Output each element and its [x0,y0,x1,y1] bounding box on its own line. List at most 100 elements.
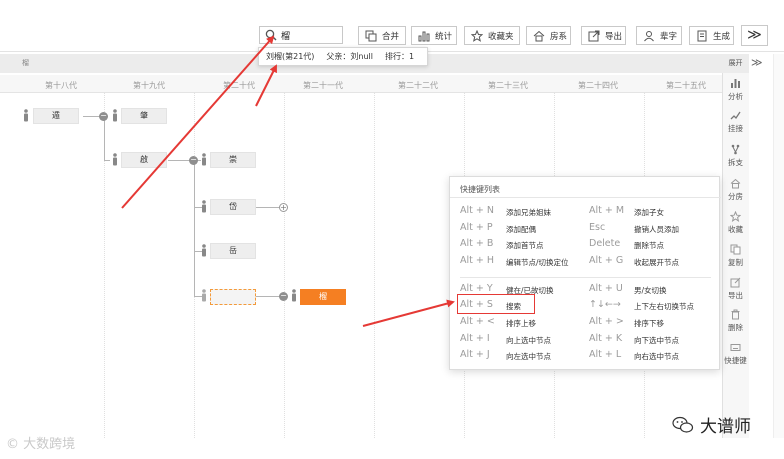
side-item-label: 分房 [728,192,743,201]
shortcut-desc: 排序下移 [634,319,664,328]
side-item-label: 快捷键 [724,356,747,365]
connector [104,160,110,161]
search-result-name: 刘榴(第21代) [266,52,315,61]
generation-label: 第十九代 [133,81,165,90]
tree-node[interactable]: 岳 [210,243,256,259]
person-icon [113,153,117,166]
collapse-toggle[interactable]: − [189,156,198,165]
tree-node[interactable]: 遁 [33,108,79,124]
shortcut-key: Alt + P [460,222,493,233]
tree-node[interactable]: 肇 [121,108,167,124]
shortcut-key: Delete [589,238,621,249]
side-item-label: 删除 [728,323,743,332]
more-button[interactable]: ≫ [741,25,768,46]
favorites-label: 收藏夹 [488,31,514,42]
shortcut-desc: 编辑节点/切换定位 [506,258,569,267]
side-export-button[interactable]: 导出 [722,277,749,301]
favorites-button[interactable]: 收藏夹 [464,26,520,45]
search-result-father: 父亲：刘null [326,52,374,61]
generation-char-button[interactable]: 辈字 [636,26,682,45]
user-icon [644,30,654,41]
merge-button[interactable]: 合并 [358,26,406,45]
export-button[interactable]: 导出 [581,26,626,45]
search-target-node[interactable]: 榴 [300,289,346,305]
arrow-to-shortcut [362,299,455,327]
selected-empty-node[interactable] [210,289,256,305]
stats-label: 统计 [435,31,453,42]
shortcut-desc: 添加配偶 [506,225,536,234]
side-favorite-button[interactable]: 收藏 [722,211,749,235]
shortcut-key: Alt + I [460,333,490,344]
shortcut-desc: 向右选中节点 [634,352,679,361]
connector [256,296,280,297]
person-icon [202,244,206,257]
generation-label: 第十八代 [45,81,77,90]
trend-icon [730,111,741,120]
collapse-toggle[interactable]: − [99,112,108,121]
side-house-button[interactable]: 分房 [722,178,749,202]
house-icon [730,178,741,189]
shortcut-desc: 上下左右切换节点 [634,302,694,311]
merge-icon [365,30,377,41]
connector [194,160,195,296]
expand-toggle[interactable]: + [279,203,288,212]
person-icon [202,289,206,302]
shortcut-key: Esc [589,222,606,233]
keyboard-icon [730,344,741,351]
side-attach-button[interactable]: 挂接 [722,110,749,134]
connector [256,207,280,208]
shortcut-desc: 添加兄弟姐妹 [506,208,551,217]
person-icon [202,200,206,213]
house-button[interactable]: 房系 [526,26,571,45]
side-analysis-button[interactable]: 分析 [722,78,749,102]
shortcut-desc: 搜索 [506,302,521,311]
search-result-item[interactable]: 刘榴(第21代) 父亲：刘null 排行：1 [258,47,428,66]
copy-icon [730,244,741,255]
side-copy-button[interactable]: 复制 [722,244,749,268]
branch-icon [731,144,740,155]
search-input[interactable]: 榴 [259,26,343,44]
generation-label: 第二十一代 [303,81,343,90]
side-item-label: 拆支 [728,158,743,167]
person-icon [113,109,117,122]
shortcut-key: Alt + H [460,255,495,266]
scroll-area [773,54,784,438]
side-delete-button[interactable]: 删除 [722,309,749,333]
generation-label: 第二十三代 [488,81,528,90]
grid-line [284,93,285,438]
bar-chart-icon [418,31,430,41]
person-icon [24,109,28,122]
grid-line [374,93,375,438]
shortcut-key: Alt + U [589,283,623,294]
connector [104,116,105,160]
side-split-button[interactable]: 拆支 [722,144,749,168]
tree-node[interactable]: 啟 [121,152,167,168]
shortcut-key: ↑↓←→ [589,299,621,310]
generation-label: 第二十二代 [398,81,438,90]
person-icon [292,289,296,302]
shortcut-desc: 添加子女 [634,208,664,217]
collapse-toggle[interactable]: − [279,292,288,301]
side-shortcuts-button[interactable]: 快捷键 [722,342,749,366]
shortcut-desc: 添加首节点 [506,241,544,250]
side-collapse-chevron[interactable]: ≫ [751,56,763,69]
star-icon [730,211,741,222]
shortcut-panel-title: 快捷键列表 [460,185,500,194]
side-expand-button[interactable]: 展开 [722,54,749,73]
generation-label: 第二十代 [223,81,255,90]
shortcut-desc: 向左选中节点 [506,352,551,361]
generate-button[interactable]: 生成 [689,26,734,45]
shortcut-key: Alt + J [460,349,490,360]
side-item-label: 挂接 [728,124,743,133]
shortcut-desc: 男/女切换 [634,286,667,295]
person-icon [202,153,206,166]
shortcut-key: Alt + G [589,255,624,266]
tree-node[interactable]: 崇 [210,152,256,168]
wechat-account-name: 大谱师 [700,417,751,437]
stats-button[interactable]: 统计 [411,26,457,45]
shortcut-desc: 删除节点 [634,241,664,250]
shortcut-panel: 快捷键列表 Alt + N 添加兄弟姐妹 Alt + P 添加配偶 Alt + … [449,176,721,370]
tree-node[interactable]: 岱 [210,199,256,215]
house-label: 房系 [550,31,568,42]
side-item-label: 分析 [728,92,743,101]
